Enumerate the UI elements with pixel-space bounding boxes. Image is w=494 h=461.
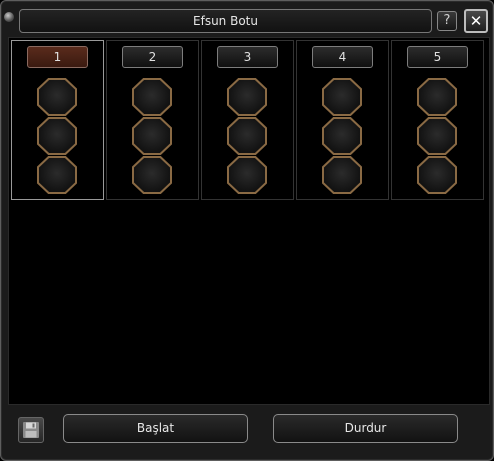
slot-column-3[interactable]: 3 xyxy=(201,40,294,200)
window-title: Efsun Botu xyxy=(19,9,432,33)
slot-button-2[interactable]: 2 xyxy=(122,46,183,68)
help-button[interactable]: ? xyxy=(437,11,457,31)
content-panel: 1 2 3 4 5 xyxy=(8,37,490,405)
slot-column-1[interactable]: 1 xyxy=(11,40,104,200)
slot-button-5[interactable]: 5 xyxy=(407,46,468,68)
bonus-slot-icon[interactable] xyxy=(37,117,77,155)
bonus-slot-icon[interactable] xyxy=(322,117,362,155)
efsun-bot-window: Efsun Botu ? ✕ 1 2 3 4 5 Başlat Durdur xyxy=(0,0,494,461)
bonus-slot-icon[interactable] xyxy=(132,117,172,155)
bonus-slot-icon[interactable] xyxy=(132,156,172,194)
slot-column-5[interactable]: 5 xyxy=(391,40,484,200)
slot-button-4[interactable]: 4 xyxy=(312,46,373,68)
bonus-slot-icon[interactable] xyxy=(322,156,362,194)
bonus-slot-icon[interactable] xyxy=(417,117,457,155)
bonus-slot-icon[interactable] xyxy=(417,156,457,194)
bonus-slot-icon[interactable] xyxy=(132,78,172,116)
close-button[interactable]: ✕ xyxy=(464,9,488,33)
bonus-slot-icon[interactable] xyxy=(227,117,267,155)
window-knob-icon xyxy=(4,12,14,22)
bonus-slot-icon[interactable] xyxy=(37,78,77,116)
slot-column-4[interactable]: 4 xyxy=(296,40,389,200)
bonus-slot-icon[interactable] xyxy=(322,78,362,116)
floppy-disk-icon[interactable] xyxy=(18,417,44,443)
stop-button[interactable]: Durdur xyxy=(273,414,458,443)
slot-button-3[interactable]: 3 xyxy=(217,46,278,68)
bonus-slot-icon[interactable] xyxy=(417,78,457,116)
bonus-slot-icon[interactable] xyxy=(227,156,267,194)
bonus-slot-icon[interactable] xyxy=(227,78,267,116)
slot-button-1[interactable]: 1 xyxy=(27,46,88,68)
slot-column-2[interactable]: 2 xyxy=(106,40,199,200)
bonus-slot-icon[interactable] xyxy=(37,156,77,194)
start-button[interactable]: Başlat xyxy=(63,414,248,443)
